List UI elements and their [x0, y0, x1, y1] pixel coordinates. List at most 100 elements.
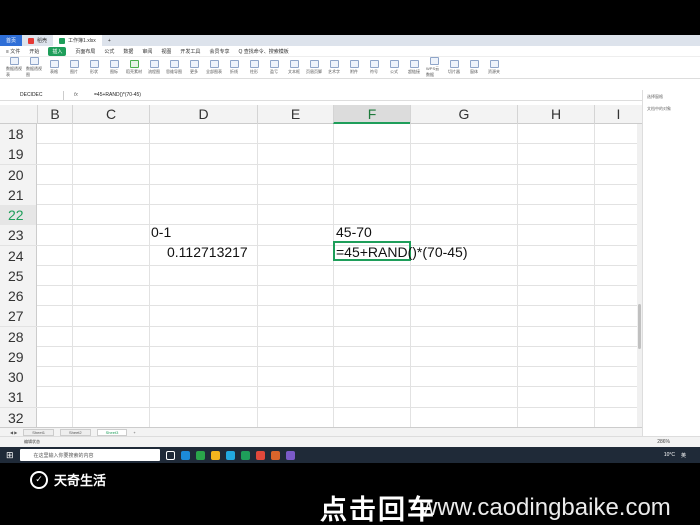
sheet-tab-2[interactable]: Sheet2	[59, 428, 91, 436]
ribbon-mindmap[interactable]: 思维导图	[166, 60, 182, 75]
wps-icon[interactable]	[255, 450, 265, 460]
sheet-tab-3[interactable]: Sheet3	[96, 428, 128, 436]
ribbon-slicer[interactable]: 切片器	[446, 60, 462, 75]
menu-insert[interactable]: 插入	[48, 46, 67, 56]
menu-data[interactable]: 数据	[123, 48, 133, 55]
brand-name: 天奇生活	[54, 473, 107, 488]
row-header-24[interactable]: 24	[0, 245, 37, 266]
menu-review[interactable]: 审阅	[142, 48, 152, 55]
app-icon[interactable]	[270, 450, 280, 460]
ribbon-column[interactable]: 柱形	[246, 60, 262, 75]
column-header-f[interactable]: F	[333, 105, 410, 124]
wps-sheet-icon[interactable]	[240, 450, 250, 460]
ribbon-all-charts[interactable]: 全部图表	[206, 60, 222, 75]
row-header-26[interactable]: 26	[0, 286, 37, 306]
ribbon-label: 资源夹	[488, 69, 500, 74]
app-icon-2[interactable]	[285, 450, 295, 460]
column-header-d[interactable]: D	[149, 105, 257, 124]
ribbon-label: 思维导图	[166, 69, 182, 74]
menu-developer[interactable]: 开发工具	[180, 48, 200, 55]
menu-member[interactable]: 会员专享	[209, 48, 229, 55]
row-header-25[interactable]: 25	[0, 265, 37, 286]
ribbon-pivot-table[interactable]: 数据透视表	[6, 57, 22, 78]
windows-start-icon[interactable]: ⊞	[6, 450, 14, 461]
ribbon-pivot-chart[interactable]: 数据透视图	[26, 57, 42, 78]
column-header-e[interactable]: E	[257, 105, 333, 124]
ribbon-resources[interactable]: 资源夹	[486, 60, 502, 75]
new-tab-button[interactable]: +	[102, 35, 117, 46]
row-header-29[interactable]: 29	[0, 346, 37, 367]
row-header-19[interactable]: 19	[0, 144, 37, 165]
ribbon-icons[interactable]: 图标	[106, 60, 122, 75]
ribbon-form[interactable]: 窗体	[466, 60, 482, 75]
column-header-b[interactable]: B	[37, 105, 72, 124]
menu-formulas[interactable]: 公式	[104, 48, 114, 55]
menu-page-layout[interactable]: 页面布局	[75, 48, 95, 55]
task-view-icon[interactable]	[165, 450, 175, 460]
column-header-h[interactable]: H	[517, 105, 594, 124]
row-header-22[interactable]: 22	[0, 205, 37, 225]
ribbon-label: 艺术字	[328, 69, 340, 74]
ribbon-cloud-data[interactable]: WPS云数据	[426, 57, 442, 78]
zoom-level[interactable]: 286%	[657, 439, 670, 445]
row-header-32[interactable]: 32	[0, 407, 37, 427]
tab-workbook[interactable]: 工作簿1.xlsx	[53, 35, 102, 46]
menu-search[interactable]: Q 查找命令、搜索模板	[238, 48, 288, 55]
row-header-21[interactable]: 21	[0, 184, 37, 205]
menu-home[interactable]: 开始	[29, 48, 39, 55]
ribbon-line[interactable]: 折线	[226, 60, 242, 75]
ime-indicator[interactable]: 英	[681, 452, 686, 459]
weather-temp[interactable]: 10°C	[664, 452, 675, 458]
scrollbar-thumb[interactable]	[638, 304, 641, 349]
menu-file[interactable]: ≡ 文件	[6, 48, 20, 55]
ribbon-more[interactable]: 更多	[186, 60, 202, 75]
wechat-icon[interactable]	[195, 450, 205, 460]
row-header-28[interactable]: 28	[0, 326, 37, 347]
edge-icon[interactable]	[180, 450, 190, 460]
qq-icon[interactable]	[225, 450, 235, 460]
cell-f22-editing[interactable]: =45+RAND()*(70-45)	[336, 242, 468, 262]
cell-f21[interactable]: 45-70	[336, 222, 372, 242]
tab-home[interactable]: 首页	[0, 35, 23, 46]
ribbon-attachment[interactable]: 附件	[346, 60, 362, 75]
row-header-23[interactable]: 23	[0, 225, 37, 246]
row-23: 23	[0, 225, 642, 246]
folder-icon[interactable]	[210, 450, 220, 460]
row-header-27[interactable]: 27	[0, 306, 37, 327]
ribbon-flowchart[interactable]: 流程图	[146, 60, 162, 75]
cell-d22[interactable]: 0.112713217	[167, 242, 248, 262]
sheet-nav-arrows[interactable]: ◀ ▶	[10, 430, 17, 435]
name-box[interactable]: DECIDEC	[0, 90, 64, 100]
select-all-corner[interactable]	[0, 105, 37, 124]
ribbon-symbol[interactable]: 符号	[366, 60, 382, 75]
column-header-c[interactable]: C	[72, 105, 149, 124]
ribbon-label: 文本框	[288, 69, 300, 74]
row-header-20[interactable]: 20	[0, 164, 37, 185]
ribbon-header-footer[interactable]: 页眉页脚	[306, 60, 322, 75]
tab-docer[interactable]: 稻壳	[22, 35, 53, 46]
ribbon-wordart[interactable]: 艺术字	[326, 60, 342, 75]
row-header-30[interactable]: 30	[0, 367, 37, 387]
add-sheet-button[interactable]: +	[133, 430, 135, 435]
ribbon-winloss[interactable]: 盈亏	[266, 60, 282, 75]
ribbon-shape[interactable]: 形状	[86, 60, 102, 75]
column-header-g[interactable]: G	[410, 105, 517, 124]
row-header-18[interactable]: 18	[0, 124, 37, 144]
column-header-i[interactable]: I	[594, 105, 642, 124]
cell-d21[interactable]: 0-1	[151, 222, 171, 242]
ribbon-table[interactable]: 表格	[46, 60, 62, 75]
ribbon-equation[interactable]: 公式	[386, 60, 402, 75]
fx-icon[interactable]: fx	[64, 92, 88, 98]
sheet-tab-1[interactable]: Sheet1	[23, 428, 54, 436]
ribbon-textbox[interactable]: 文本框	[286, 60, 302, 75]
ribbon-picture[interactable]: 图片	[66, 60, 82, 75]
ribbon-label: 形状	[90, 69, 98, 74]
formula-input[interactable]: =45+RAND()*(70-45)	[88, 92, 141, 98]
menu-view[interactable]: 视图	[161, 48, 171, 55]
ribbon-docer-assets[interactable]: 稻壳素材	[126, 60, 142, 75]
row-header-31[interactable]: 31	[0, 387, 37, 408]
ribbon-hyperlink[interactable]: 超链接	[406, 60, 422, 75]
taskbar-search-input[interactable]: 在这里输入你要搜索的内容	[19, 449, 160, 461]
row-26: 26	[0, 286, 642, 307]
cell-grid[interactable]: 18 19 20 21 22 23 24 25 26 27 28 29 30 3…	[0, 124, 642, 427]
